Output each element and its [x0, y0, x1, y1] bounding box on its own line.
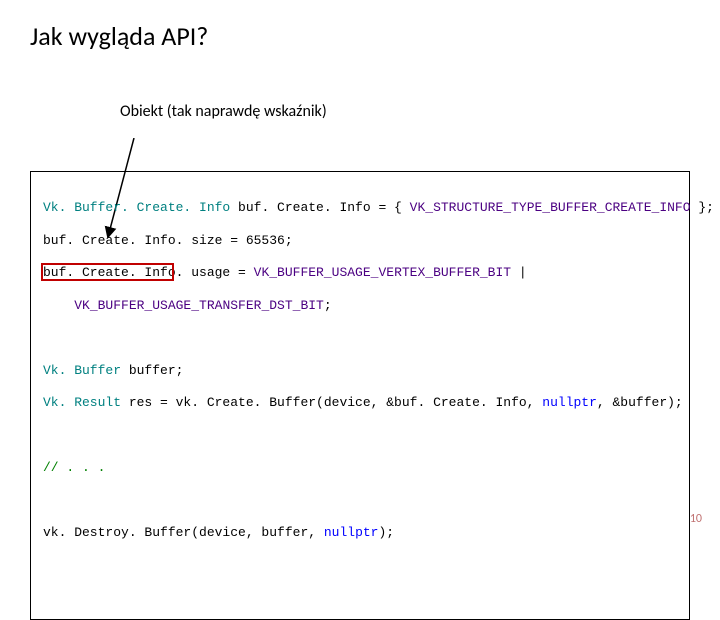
- keyword-nullptr-1: nullptr: [542, 395, 597, 410]
- code-blank-3: [43, 493, 677, 509]
- code-indent: [43, 298, 74, 313]
- comment-ellipsis: // . . .: [43, 460, 105, 475]
- code-line-2: buf. Create. Info. size = 65536;: [43, 233, 677, 249]
- code-text: buf. Create. Info = {: [230, 200, 409, 215]
- type-vkbuffer: Vk. Buffer: [43, 363, 121, 378]
- code-text: |: [511, 265, 527, 280]
- slide: Jak wygląda API? Obiekt (tak naprawdę ws…: [0, 0, 720, 540]
- code-line-5: Vk. Buffer buffer;: [43, 363, 677, 379]
- code-text: };: [691, 200, 714, 215]
- enum-structure-type: VK_STRUCTURE_TYPE_BUFFER_CREATE_INFO: [410, 200, 691, 215]
- code-text: , &buffer);: [597, 395, 683, 410]
- type-vkbuffercreateinfo: Vk. Buffer. Create. Info: [43, 200, 230, 215]
- type-vkresult: Vk. Result: [43, 395, 121, 410]
- code-line-6: Vk. Result res = vk. Create. Buffer(devi…: [43, 395, 677, 411]
- code-line-4: VK_BUFFER_USAGE_TRANSFER_DST_BIT;: [43, 298, 677, 314]
- code-line-7: // . . .: [43, 460, 677, 476]
- code-text: buf. Create. Info. size = 65536;: [43, 233, 293, 248]
- code-text: buffer;: [121, 363, 183, 378]
- code-blank-1: [43, 330, 677, 346]
- code-block: Vk. Buffer. Create. Info buf. Create. In…: [30, 171, 690, 620]
- code-line-3: buf. Create. Info. usage = VK_BUFFER_USA…: [43, 265, 677, 281]
- code-text: res = vk. Create. Buffer(device, &buf. C…: [121, 395, 542, 410]
- enum-transfer-dst: VK_BUFFER_USAGE_TRANSFER_DST_BIT: [74, 298, 324, 313]
- code-blank-2: [43, 428, 677, 444]
- annotation-text: Obiekt (tak naprawdę wskaźnik): [120, 102, 690, 121]
- code-text: buf. Create. Info. usage =: [43, 265, 254, 280]
- code-line-8: vk. Destroy. Buffer(device, buffer, null…: [43, 525, 677, 541]
- code-text: ;: [324, 298, 332, 313]
- code-text: vk. Destroy. Buffer(device, buffer,: [43, 525, 324, 540]
- code-line-1: Vk. Buffer. Create. Info buf. Create. In…: [43, 200, 677, 216]
- page-number: 10: [690, 512, 702, 526]
- keyword-nullptr-2: nullptr: [324, 525, 379, 540]
- slide-title: Jak wygląda API?: [30, 20, 690, 52]
- code-text: );: [378, 525, 394, 540]
- enum-vertex-bit: VK_BUFFER_USAGE_VERTEX_BUFFER_BIT: [254, 265, 511, 280]
